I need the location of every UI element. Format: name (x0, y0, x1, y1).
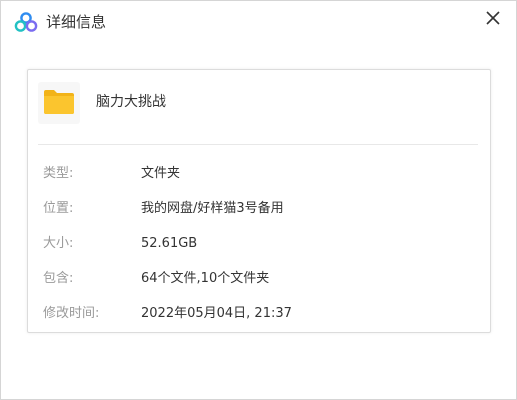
detail-label: 类型: (43, 166, 74, 181)
divider (38, 144, 478, 145)
detail-value: 64个文件,10个文件夹 (141, 271, 270, 286)
title-bar: 详细信息 (1, 1, 516, 43)
close-button[interactable] (482, 7, 504, 29)
detail-label: 大小: (43, 236, 74, 251)
detail-value: 文件夹 (141, 166, 181, 181)
detail-value: 我的网盘/好样猫3号备用 (141, 201, 284, 216)
detail-label: 包含: (43, 271, 74, 286)
detail-label: 位置: (43, 201, 74, 216)
detail-row-size: 大小: 52.61GB (43, 234, 483, 254)
detail-value: 2022年05月04日, 21:37 (141, 306, 292, 321)
detail-label: 修改时间: (43, 306, 100, 321)
details-dialog: 详细信息 脑力大挑战 类型: 文件夹 位置: 我的网盘/好样猫3号备用 大小: (0, 0, 517, 400)
folder-name: 脑力大挑战 (96, 94, 166, 110)
detail-value: 52.61GB (141, 236, 198, 251)
dialog-title: 详细信息 (46, 13, 107, 31)
close-icon (486, 11, 500, 25)
details-card: 脑力大挑战 类型: 文件夹 位置: 我的网盘/好样猫3号备用 大小: 52.61… (27, 69, 491, 333)
detail-row-contains: 包含: 64个文件,10个文件夹 (43, 269, 483, 289)
folder-icon (44, 90, 74, 114)
baidu-netdisk-cloud-icon (14, 11, 38, 33)
folder-thumbnail (38, 82, 80, 124)
detail-row-location: 位置: 我的网盘/好样猫3号备用 (43, 199, 483, 219)
detail-row-type: 类型: 文件夹 (43, 164, 483, 184)
detail-row-modified: 修改时间: 2022年05月04日, 21:37 (43, 304, 483, 324)
